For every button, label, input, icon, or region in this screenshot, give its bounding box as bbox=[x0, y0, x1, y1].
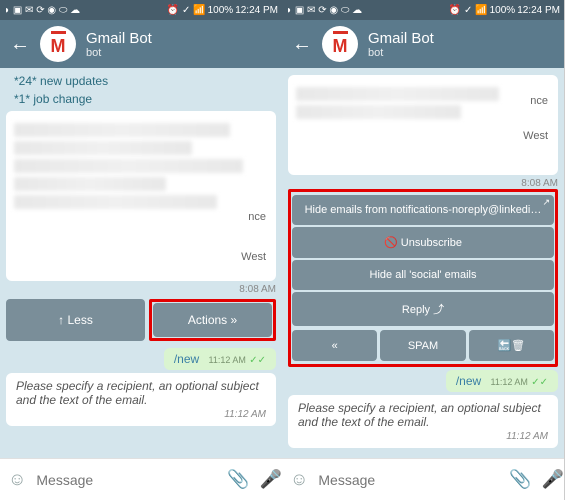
statusbar: ◗ ▣ ✉ ⟳ ◉ ⬭ ☁ ⏰ ✓ 📶 100% 12:24 PM bbox=[0, 0, 282, 20]
read-checks-icon: ✓✓ bbox=[249, 355, 266, 366]
reply-button[interactable]: Reply ⤴ bbox=[292, 292, 554, 326]
user-command[interactable]: /new 11:12 AM ✓✓ bbox=[164, 348, 276, 370]
unsubscribe-button[interactable]: 🚫 Unsubscribe bbox=[292, 227, 554, 258]
bot-prompt[interactable]: Please specify a recipient, an optional … bbox=[6, 373, 276, 426]
highlight-box: Hide emails from notifications-noreply@l… bbox=[288, 189, 558, 367]
status-right: ⏰ ✓ 📶 100% 12:24 PM bbox=[167, 5, 278, 16]
chat-title: Gmail Bot bbox=[86, 30, 272, 47]
back-icon[interactable]: ← bbox=[292, 33, 312, 56]
spam-button[interactable]: SPAM bbox=[380, 330, 465, 361]
email-preview-blurred[interactable]: nce West bbox=[288, 75, 558, 175]
phone-right: ◗ ▣ ✉ ⟳ ◉ ⬭ ☁ ⏰ ✓ 📶 100% 12:24 PM ← Gmai… bbox=[282, 0, 564, 500]
emoji-icon[interactable]: ☺ bbox=[8, 469, 26, 490]
chat-header: ← Gmail Bot bot bbox=[282, 20, 564, 68]
highlight-box: Actions » bbox=[149, 299, 276, 341]
phone-left: ◗ ▣ ✉ ⟳ ◉ ⬭ ☁ ⏰ ✓ 📶 100% 12:24 PM ← Gmai… bbox=[0, 0, 282, 500]
input-bar: ☺ 📎 🎤 bbox=[0, 458, 282, 500]
back-icon[interactable]: ← bbox=[10, 33, 30, 56]
expand-icon: ↗ bbox=[542, 197, 550, 208]
bot-prompt[interactable]: Please specify a recipient, an optional … bbox=[288, 395, 558, 448]
chat-subtitle: bot bbox=[86, 47, 272, 59]
mic-icon[interactable]: 🎤 bbox=[260, 469, 282, 490]
actions-button[interactable]: Actions » bbox=[153, 303, 272, 337]
update-line: *24* new updates bbox=[6, 72, 276, 90]
keyboard-row: ↑ Less Actions » bbox=[6, 299, 276, 341]
mic-icon[interactable]: 🎤 bbox=[542, 469, 564, 490]
chat-area[interactable]: *24* new updates *1* job change nce West… bbox=[0, 68, 282, 458]
chat-header: ← Gmail Bot bot bbox=[0, 20, 282, 68]
emoji-icon[interactable]: ☺ bbox=[290, 469, 308, 490]
chat-area[interactable]: nce West 8:08 AM Hide emails from notifi… bbox=[282, 68, 564, 458]
back-trash-button[interactable]: 🔙🗑 bbox=[469, 330, 554, 361]
hide-social-button[interactable]: Hide all 'social' emails bbox=[292, 260, 554, 290]
update-line: *1* job change bbox=[6, 90, 276, 108]
attach-icon[interactable]: 📎 bbox=[509, 469, 531, 490]
message-input[interactable] bbox=[36, 472, 217, 488]
read-checks-icon: ✓✓ bbox=[531, 377, 548, 388]
message-input[interactable] bbox=[318, 472, 499, 488]
statusbar: ◗ ▣ ✉ ⟳ ◉ ⬭ ☁ ⏰ ✓ 📶 100% 12:24 PM bbox=[282, 0, 564, 20]
avatar[interactable] bbox=[40, 26, 76, 62]
title-area[interactable]: Gmail Bot bot bbox=[86, 30, 272, 59]
status-icons-left: ◗ ▣ ✉ ⟳ ◉ ⬭ ☁ bbox=[4, 5, 80, 16]
user-command[interactable]: /new 11:12 AM ✓✓ bbox=[446, 370, 558, 392]
attach-icon[interactable]: 📎 bbox=[227, 469, 249, 490]
input-bar: ☺ 📎 🎤 bbox=[282, 458, 564, 500]
email-preview-blurred[interactable]: nce West bbox=[6, 111, 276, 281]
less-button[interactable]: ↑ Less bbox=[6, 299, 145, 341]
actions-panel: Hide emails from notifications-noreply@l… bbox=[292, 195, 554, 363]
message-time: 8:08 AM bbox=[6, 284, 276, 295]
avatar[interactable] bbox=[322, 26, 358, 62]
hide-sender-button[interactable]: Hide emails from notifications-noreply@l… bbox=[292, 195, 554, 225]
prev-button[interactable]: « bbox=[292, 330, 377, 361]
